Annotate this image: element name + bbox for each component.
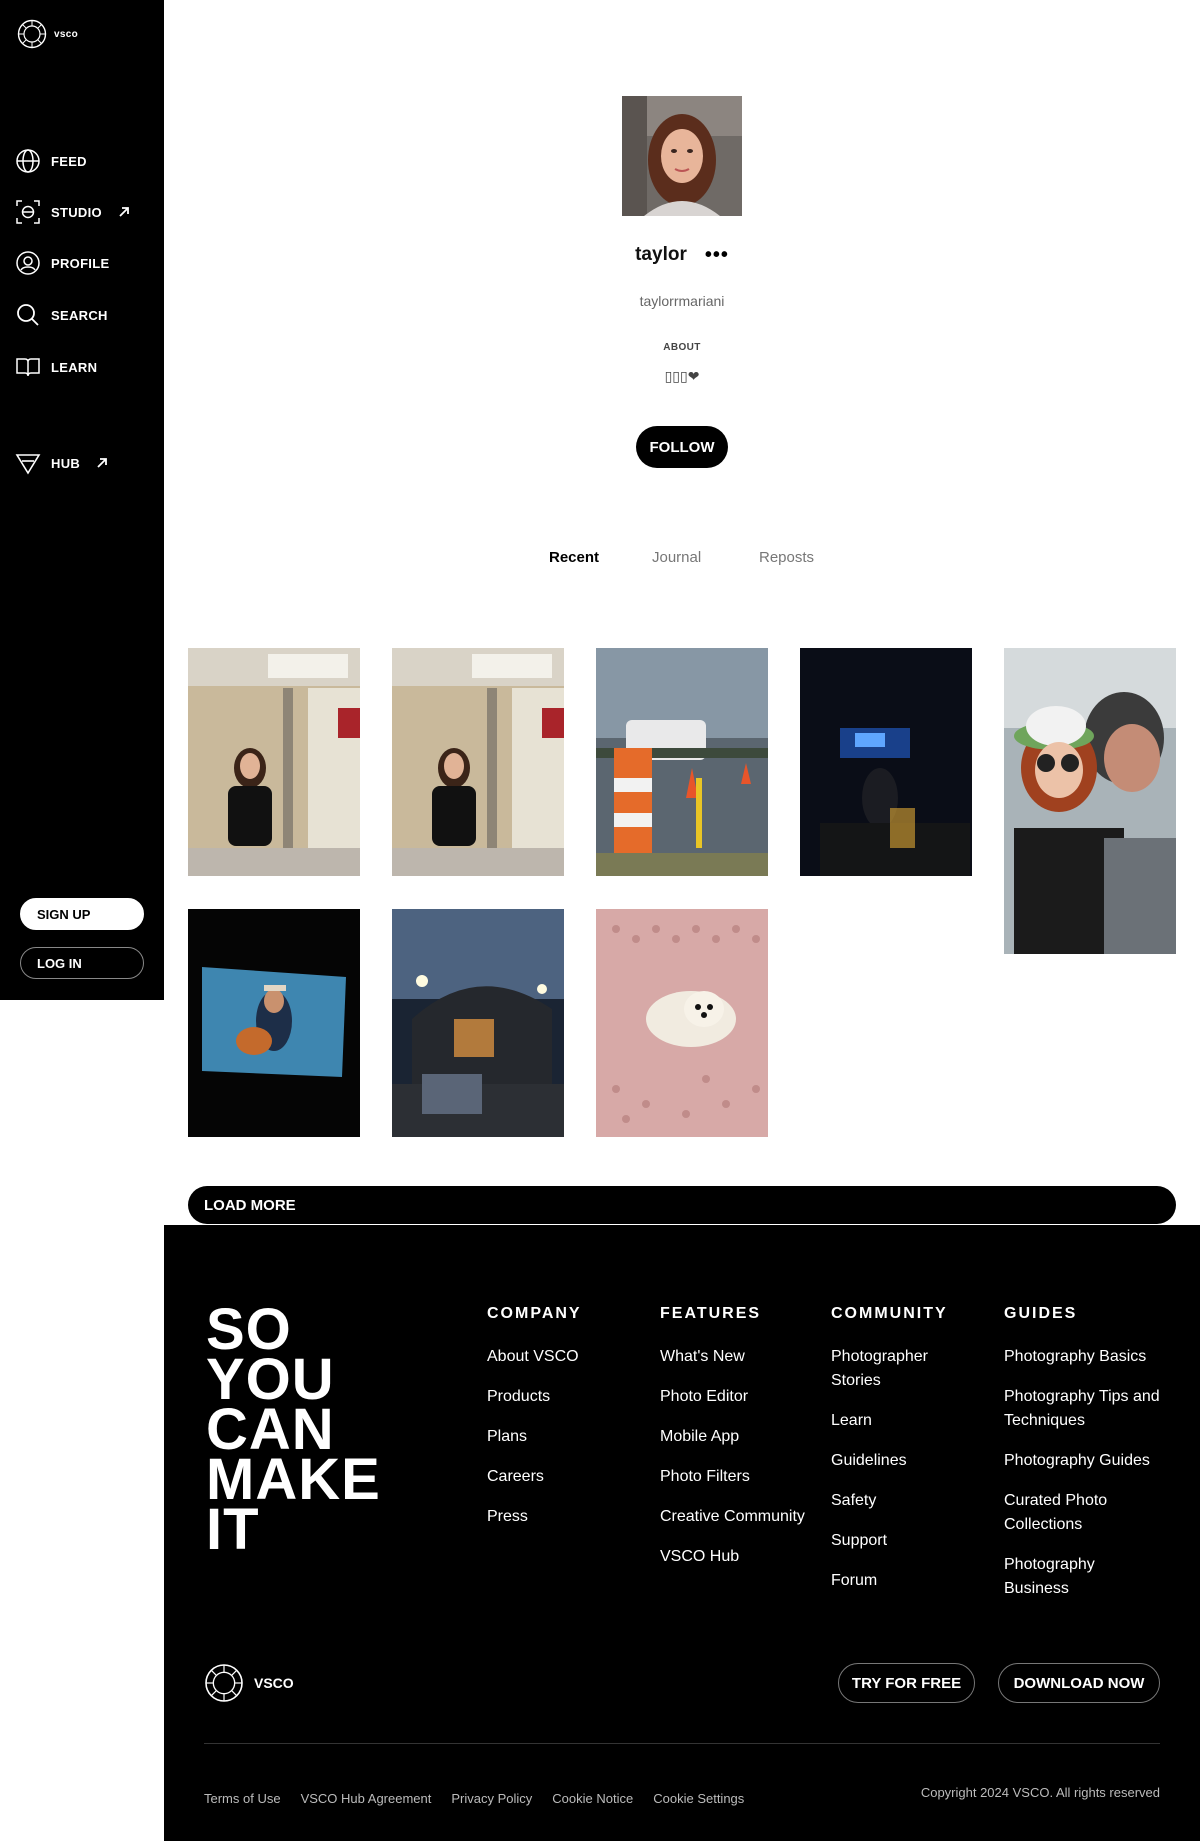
footer-link[interactable]: Press xyxy=(487,1505,662,1529)
download-now-button[interactable]: DOWNLOAD NOW xyxy=(998,1663,1160,1703)
profile-handle: taylorrmariani xyxy=(639,293,725,309)
footer-link[interactable]: Photo Editor xyxy=(660,1385,835,1409)
legal-link-terms[interactable]: Terms of Use xyxy=(204,1791,281,1806)
footer-column-guides: GUIDES Photography Basics Photography Ti… xyxy=(1004,1305,1164,1617)
footer-link[interactable]: What's New xyxy=(660,1345,835,1369)
vsco-logo-icon xyxy=(17,19,47,49)
about-label: ABOUT xyxy=(663,342,701,353)
signup-button[interactable]: SIGN UP xyxy=(20,898,144,930)
photo-tile[interactable] xyxy=(392,648,564,876)
footer-link[interactable]: Photography Guides xyxy=(1004,1449,1164,1473)
footer-link[interactable]: VSCO Hub xyxy=(660,1545,835,1569)
tab-journal[interactable]: Journal xyxy=(652,549,701,566)
photo-tile[interactable] xyxy=(596,648,768,876)
footer-link[interactable]: Curated Photo Collections xyxy=(1004,1489,1164,1537)
footer-slogan: SO YOU CAN MAKE IT xyxy=(206,1297,381,1562)
nav-profile-label: PROFILE xyxy=(51,255,110,271)
photo-tile[interactable] xyxy=(392,909,564,1137)
logo-text: vsco xyxy=(54,28,78,40)
search-icon xyxy=(17,304,39,326)
try-for-free-button[interactable]: TRY FOR FREE xyxy=(838,1663,975,1703)
profile-icon xyxy=(16,251,40,275)
nav-hub[interactable]: HUB xyxy=(15,450,108,476)
follow-button[interactable]: FOLLOW xyxy=(636,426,728,468)
photo-tile[interactable] xyxy=(1004,648,1176,954)
about-text: ▯▯▯❤ xyxy=(664,368,700,384)
footer-link[interactable]: Careers xyxy=(487,1465,662,1489)
footer-logo-text: VSCO xyxy=(254,1675,294,1691)
footer-link[interactable]: Learn xyxy=(831,1409,951,1433)
book-icon xyxy=(16,358,40,377)
nav-search[interactable]: SEARCH xyxy=(15,302,108,328)
hub-icon xyxy=(15,454,41,475)
studio-icon xyxy=(16,200,40,224)
legal-link-cookie-notice[interactable]: Cookie Notice xyxy=(552,1791,633,1806)
sidebar: vsco FEED STUDIO PROFILE SEARCH LEARN HU… xyxy=(0,0,164,1000)
nav-profile[interactable]: PROFILE xyxy=(15,250,109,276)
footer-link[interactable]: Photography Business xyxy=(1004,1553,1164,1601)
login-button[interactable]: LOG IN xyxy=(20,947,144,979)
photo-tile[interactable] xyxy=(596,909,768,1137)
footer-link[interactable]: Photographer Stories xyxy=(831,1345,951,1393)
profile-name: taylor xyxy=(635,244,687,265)
footer-link[interactable]: Mobile App xyxy=(660,1425,835,1449)
footer-link[interactable]: Creative Community xyxy=(660,1505,835,1529)
profile-name-row: taylor ••• xyxy=(560,244,804,266)
globe-icon xyxy=(16,149,40,173)
avatar xyxy=(622,96,742,216)
footer-link[interactable]: About VSCO xyxy=(487,1345,662,1369)
nav-learn-label: LEARN xyxy=(51,359,98,375)
tab-reposts[interactable]: Reposts xyxy=(759,549,814,566)
footer-link[interactable]: Support xyxy=(831,1529,951,1553)
footer-column-title: FEATURES xyxy=(660,1305,762,1322)
footer-link[interactable]: Products xyxy=(487,1385,662,1409)
nav-search-label: SEARCH xyxy=(51,307,108,323)
footer-column-company: COMPANY About VSCO Products Plans Career… xyxy=(487,1305,662,1545)
footer-link[interactable]: Photography Tips and Techniques xyxy=(1004,1385,1164,1433)
photo-tile[interactable] xyxy=(800,648,972,876)
more-options-icon[interactable]: ••• xyxy=(705,245,729,265)
footer-column-title: COMMUNITY xyxy=(831,1305,948,1322)
footer-link[interactable]: Photography Basics xyxy=(1004,1345,1164,1369)
footer-column-title: GUIDES xyxy=(1004,1305,1078,1322)
footer-link[interactable]: Photo Filters xyxy=(660,1465,835,1489)
legal-link-hub-agreement[interactable]: VSCO Hub Agreement xyxy=(301,1791,432,1806)
nav-feed[interactable]: FEED xyxy=(15,148,87,174)
footer-column-community: COMMUNITY Photographer Stories Learn Gui… xyxy=(831,1305,951,1609)
footer-column-features: FEATURES What's New Photo Editor Mobile … xyxy=(660,1305,835,1585)
footer-link[interactable]: Guidelines xyxy=(831,1449,951,1473)
nav-learn[interactable]: LEARN xyxy=(15,354,97,380)
footer-link[interactable]: Forum xyxy=(831,1569,951,1593)
vsco-logo[interactable]: vsco xyxy=(17,19,78,49)
photo-tile[interactable] xyxy=(188,648,360,876)
legal-link-cookie-settings[interactable]: Cookie Settings xyxy=(653,1791,744,1806)
legal-links: Terms of Use VSCO Hub Agreement Privacy … xyxy=(204,1791,744,1806)
footer-link[interactable]: Plans xyxy=(487,1425,662,1449)
external-arrow-icon xyxy=(96,457,108,469)
footer: SO YOU CAN MAKE IT COMPANY About VSCO Pr… xyxy=(164,1225,1200,1841)
tab-recent[interactable]: Recent xyxy=(549,549,599,566)
vsco-logo-icon xyxy=(205,1664,243,1702)
footer-logo[interactable]: VSCO xyxy=(204,1663,294,1703)
external-arrow-icon xyxy=(118,206,130,218)
footer-divider xyxy=(204,1743,1160,1744)
load-more-button[interactable]: LOAD MORE xyxy=(188,1186,1176,1224)
nav-studio[interactable]: STUDIO xyxy=(15,199,130,225)
nav-feed-label: FEED xyxy=(51,153,87,169)
copyright: Copyright 2024 VSCO. All rights reserved xyxy=(920,1785,1160,1800)
photo-tile[interactable] xyxy=(188,909,360,1137)
legal-link-privacy[interactable]: Privacy Policy xyxy=(451,1791,532,1806)
footer-column-title: COMPANY xyxy=(487,1305,582,1322)
footer-link[interactable]: Safety xyxy=(831,1489,951,1513)
nav-studio-label: STUDIO xyxy=(51,204,102,220)
nav-hub-label: HUB xyxy=(51,455,81,471)
